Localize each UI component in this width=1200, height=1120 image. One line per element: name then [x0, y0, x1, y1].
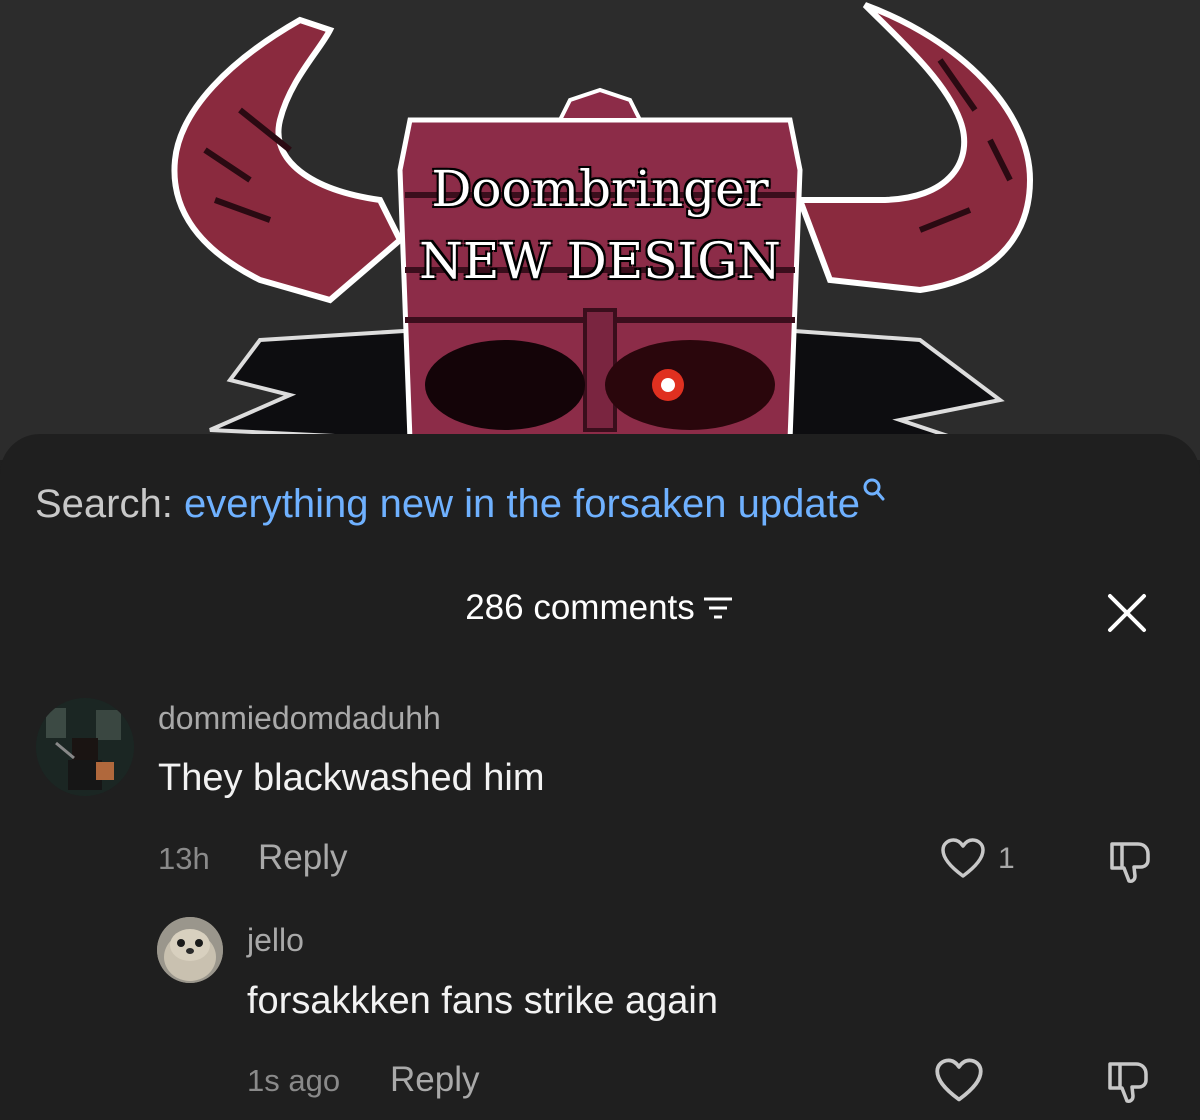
comment-text: forsakkken fans strike again	[247, 980, 719, 1022]
avatar[interactable]	[36, 698, 134, 796]
dislike-icon[interactable]	[1104, 1058, 1154, 1104]
heart-icon[interactable]	[940, 838, 986, 880]
search-label: Search:	[35, 482, 173, 526]
comments-count-label: 286 comments	[465, 588, 695, 627]
reply-button[interactable]: Reply	[390, 1060, 479, 1100]
heart-icon[interactable]	[934, 1058, 984, 1104]
reply-button[interactable]: Reply	[258, 838, 347, 878]
like-count: 1	[998, 842, 1015, 875]
comment-username[interactable]: dommiedomdaduhh	[158, 700, 441, 737]
dislike-icon[interactable]	[1106, 838, 1156, 884]
comment-username[interactable]: jello	[247, 922, 304, 959]
close-icon[interactable]	[1104, 590, 1150, 636]
comment-text: They blackwashed him	[158, 757, 545, 799]
comment-timestamp: 1s ago	[247, 1063, 341, 1098]
video-preview[interactable]: Doombringer NEW DESIGN	[0, 0, 1200, 460]
search-suggestion[interactable]: Search: everything new in the forsaken u…	[35, 478, 885, 527]
search-query-link[interactable]: everything new in the forsaken update	[184, 482, 860, 526]
comments-count: 286 comments	[0, 588, 1200, 628]
sort-filter-icon[interactable]	[701, 594, 735, 622]
avatar[interactable]	[157, 917, 223, 983]
doombringer-artwork	[171, 2, 1034, 443]
video-title-line1: Doombringer	[431, 160, 769, 218]
comment-timestamp: 13h	[158, 841, 210, 876]
search-icon	[863, 478, 885, 501]
video-title-line2: NEW DESIGN	[419, 232, 781, 290]
